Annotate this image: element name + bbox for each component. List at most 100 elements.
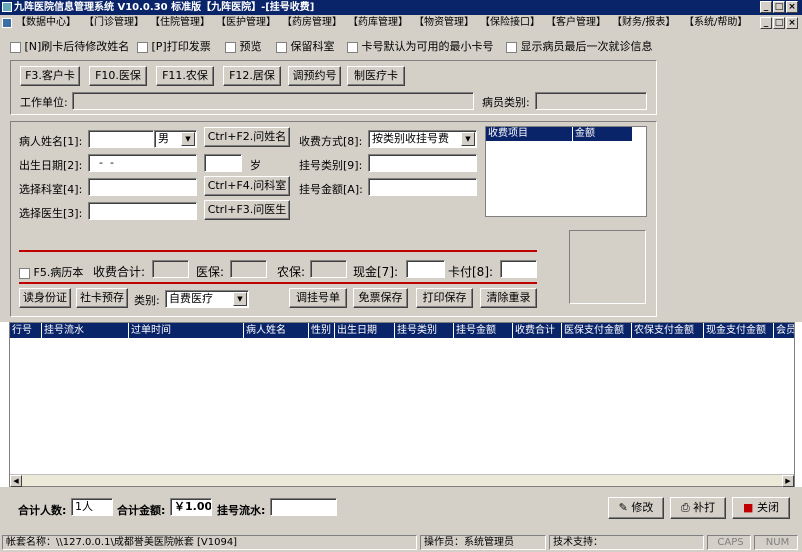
status-bar: 帐套名称：\\127.0.0.1\成都誉美医院帐套 [V1094] 操作员：系统…	[0, 534, 802, 552]
doctor-input[interactable]	[88, 202, 197, 220]
rural-insurance-button[interactable]: F11.农保	[156, 66, 214, 86]
reg-type-input[interactable]	[368, 154, 477, 172]
fee-total-field[interactable]	[152, 260, 189, 278]
menu-system[interactable]: 【系统/帮助】	[684, 15, 747, 31]
option-edit-name-after-card[interactable]: [N]刷卡后待修改姓名	[10, 38, 129, 54]
horizontal-scrollbar[interactable]: ◀ ▶	[10, 474, 794, 487]
medical-insurance-button[interactable]: F10.医保	[89, 66, 147, 86]
menu-inpatient[interactable]: 【住院管理】	[150, 15, 210, 31]
cash-input[interactable]	[406, 260, 445, 278]
menu-customer[interactable]: 【客户管理】	[546, 15, 606, 31]
red-divider-top	[19, 250, 537, 252]
checkbox[interactable]	[137, 41, 148, 53]
registration-grid[interactable]: 行号 挂号流水 过单时间 病人姓名 性别 出生日期 挂号类别 挂号金额 收费合计…	[9, 322, 795, 487]
age-input[interactable]	[204, 154, 242, 172]
reprint-button[interactable]: ⎙ 补打	[670, 497, 726, 519]
social-card-button[interactable]: 社卡预存	[76, 288, 128, 308]
fee-item-header[interactable]: 收费项目	[486, 127, 573, 141]
maximize-button[interactable]: □	[773, 1, 785, 13]
birth-input[interactable]: - -	[88, 154, 197, 172]
serial-field[interactable]	[270, 498, 337, 516]
free-save-button[interactable]: 免票保存	[353, 288, 408, 308]
menu-drug-store[interactable]: 【药库管理】	[348, 15, 408, 31]
count-field[interactable]: 1人	[71, 498, 113, 516]
clear-button[interactable]: 清除重录	[480, 288, 537, 308]
appointment-button[interactable]: 调预约号	[288, 66, 341, 86]
checkbox[interactable]	[506, 41, 517, 53]
checkbox[interactable]	[347, 41, 358, 53]
col-reg-type[interactable]: 挂号类别	[395, 323, 454, 338]
chevron-down-icon[interactable]: ▼	[461, 132, 475, 146]
col-row-no[interactable]: 行号	[10, 323, 42, 338]
rural-pay-field[interactable]	[310, 260, 347, 278]
menu-data-center[interactable]: 【数据中心】	[16, 15, 76, 31]
col-cash-pay[interactable]: 现金支付金额	[704, 323, 774, 338]
col-reg-amount[interactable]: 挂号金额	[454, 323, 513, 338]
checkbox[interactable]	[225, 41, 236, 53]
child-maximize-button[interactable]: □	[773, 17, 785, 29]
menu-pharmacy[interactable]: 【药房管理】	[282, 15, 342, 31]
option-show-last-visit[interactable]: 显示病员最后一次就诊信息	[506, 38, 653, 54]
read-id-card-button[interactable]: 读身份证	[19, 288, 71, 308]
option-preview[interactable]: 预览	[225, 38, 262, 54]
menu-nursing[interactable]: 【医护管理】	[216, 15, 276, 31]
menu-insurance[interactable]: 【保险接口】	[480, 15, 540, 31]
scroll-right-icon[interactable]: ▶	[782, 475, 794, 487]
child-minimize-button[interactable]: _	[760, 17, 772, 29]
chevron-down-icon[interactable]: ▼	[233, 292, 247, 306]
col-serial[interactable]: 挂号流水	[42, 323, 129, 338]
option-keep-dept[interactable]: 保留科室	[276, 38, 335, 54]
card-pay-label: 卡付[8]:	[448, 265, 494, 279]
option-print-invoice[interactable]: [P]打印发票	[137, 38, 211, 54]
status-account: 帐套名称：\\127.0.0.1\成都誉美医院帐套 [V1094]	[2, 535, 417, 550]
col-gender[interactable]: 性别	[309, 323, 335, 338]
option-min-card-no[interactable]: 卡号默认为可用的最小卡号	[347, 38, 494, 54]
patient-type-field[interactable]	[535, 92, 647, 110]
scroll-left-icon[interactable]: ◀	[10, 475, 22, 487]
col-patient-name[interactable]: 病人姓名	[244, 323, 309, 338]
checkbox[interactable]	[10, 41, 21, 53]
col-time[interactable]: 过单时间	[129, 323, 244, 338]
checkbox[interactable]	[19, 267, 30, 279]
ask-dept-button[interactable]: Ctrl+F4.问科室	[204, 176, 290, 196]
main-area: F3.客户卡 F10.医保 F11.农保 F12.居保 调预约号 制医疗卡 工作…	[0, 58, 802, 322]
col-rural-pay[interactable]: 农保支付金额	[632, 323, 704, 338]
pay-method-select[interactable]: 按类别收挂号费 ▼	[368, 130, 477, 148]
menu-finance[interactable]: 【财务/报表】	[612, 15, 675, 31]
category-select[interactable]: 自费医疗 ▼	[165, 290, 249, 308]
col-birth[interactable]: 出生日期	[335, 323, 395, 338]
dept-input[interactable]	[88, 178, 197, 196]
edit-button[interactable]: ✎ 修改	[608, 497, 664, 519]
minimize-button[interactable]: _	[760, 1, 772, 13]
patient-type-label: 病员类别:	[482, 96, 530, 109]
col-medical-pay[interactable]: 医保支付金额	[562, 323, 632, 338]
fee-amount-header[interactable]: 金额	[573, 127, 633, 141]
amount-label: 合计金额:	[117, 504, 166, 517]
ask-name-button[interactable]: Ctrl+F2.问姓名	[204, 127, 290, 147]
card-pay-input[interactable]	[500, 260, 537, 278]
history-book-option[interactable]: F5.病历本	[19, 264, 83, 280]
menu-outpatient[interactable]: 【门诊管理】	[84, 15, 144, 31]
footer-bar: 合计人数: 1人 合计金额: ￥1.00 挂号流水: ✎ 修改 ⎙ 补打 ■ 关…	[0, 487, 802, 534]
fee-item-list[interactable]: 收费项目 金额	[485, 126, 647, 217]
resident-insurance-button[interactable]: F12.居保	[223, 66, 281, 86]
menu-materials[interactable]: 【物资管理】	[414, 15, 474, 31]
child-close-button[interactable]: ×	[786, 17, 798, 29]
checkbox[interactable]	[276, 41, 287, 53]
name-input[interactable]	[88, 130, 154, 148]
close-button[interactable]: ■ 关闭	[732, 497, 790, 519]
medical-pay-field[interactable]	[230, 260, 267, 278]
reg-amount-input[interactable]	[368, 178, 477, 196]
make-card-button[interactable]: 制医疗卡	[347, 66, 405, 86]
col-member[interactable]: 会员	[774, 323, 794, 338]
ask-doctor-button[interactable]: Ctrl+F3.问医生	[204, 200, 290, 220]
print-save-button[interactable]: 打印保存	[416, 288, 473, 308]
chevron-down-icon[interactable]: ▼	[181, 132, 195, 146]
gender-select[interactable]: 男 ▼	[154, 130, 197, 148]
close-window-button[interactable]: ×	[786, 1, 798, 13]
col-fee-total[interactable]: 收费合计	[513, 323, 562, 338]
customer-card-button[interactable]: F3.客户卡	[20, 66, 80, 86]
adjust-reg-button[interactable]: 调挂号单	[289, 288, 347, 308]
amount-field[interactable]: ￥1.00	[170, 498, 212, 516]
work-unit-field[interactable]	[72, 92, 474, 110]
